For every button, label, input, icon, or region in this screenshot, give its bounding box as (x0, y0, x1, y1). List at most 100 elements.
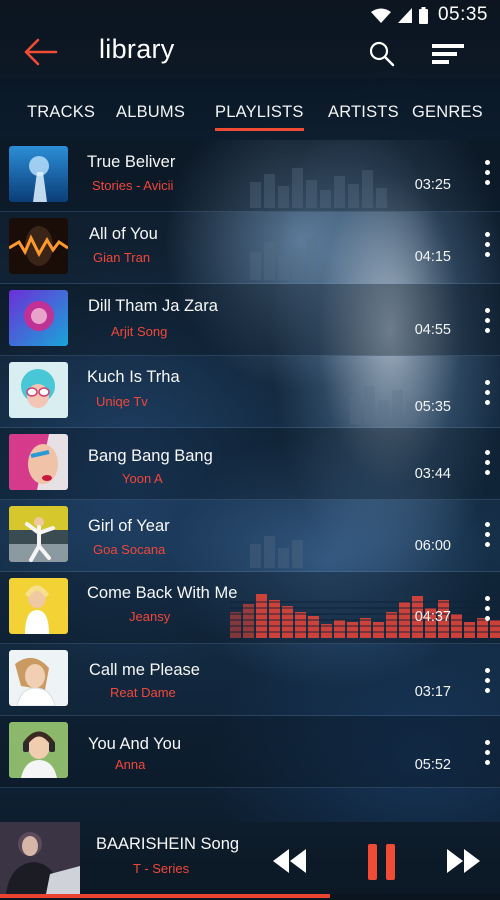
page-title: library (99, 34, 175, 64)
playback-progress-bar[interactable] (0, 894, 500, 900)
track-row[interactable]: Kuch Is Trha Uniqe Tv 05:35 (0, 356, 500, 428)
more-vertical-icon (484, 668, 490, 673)
more-options-button[interactable] (482, 160, 492, 192)
track-title: Bang Bang Bang (88, 447, 213, 465)
status-time: 05:35 (437, 4, 488, 25)
more-options-button[interactable] (482, 380, 492, 412)
tab-tracks[interactable]: TRACKS (27, 103, 95, 122)
search-icon (369, 41, 395, 67)
track-duration: 04:15 (414, 249, 451, 265)
more-vertical-icon (484, 232, 490, 237)
more-options-button[interactable] (482, 232, 492, 264)
pause-icon (368, 844, 395, 880)
track-duration: 04:37 (414, 609, 451, 625)
now-playing-title: BAARISHEIN Song (96, 835, 240, 853)
track-title: Call me Please (89, 661, 200, 679)
rewind-button[interactable] (271, 847, 307, 880)
more-vertical-icon (484, 450, 490, 455)
track-artist: Arjit Song (111, 324, 168, 339)
track-row[interactable]: You And You Anna 05:52 (0, 716, 500, 788)
equalizer-graphic (250, 536, 303, 568)
now-playing-artist: T - Series (133, 861, 190, 876)
cell-signal-icon (398, 8, 412, 23)
track-title: Girl of Year (88, 517, 170, 535)
library-tabs: TRACKS ALBUMS PLAYLISTS ARTISTS GENRES (0, 78, 500, 140)
more-vertical-icon (484, 308, 490, 313)
music-library-screen: 05:35 library TRACKS ALBUMS PLAYLISTS AR… (0, 0, 500, 900)
track-duration: 03:17 (414, 684, 451, 700)
track-artist: Gian Tran (93, 250, 151, 265)
track-row[interactable]: Dill Tham Ja Zara Arjit Song 04:55 (0, 284, 500, 356)
equalizer-graphic (350, 386, 417, 424)
track-duration: 06:00 (414, 538, 451, 554)
search-button[interactable] (368, 40, 396, 68)
now-playing-album-art[interactable] (0, 822, 80, 894)
more-options-button[interactable] (482, 596, 492, 628)
album-art (9, 218, 68, 274)
tab-albums[interactable]: ALBUMS (116, 103, 185, 122)
track-title: You And You (88, 735, 182, 753)
track-row[interactable]: Bang Bang Bang Yoon A 03:44 (0, 428, 500, 500)
track-title: All of You (89, 225, 158, 243)
track-artist: Goa Socana (93, 542, 166, 557)
track-artist: Anna (115, 757, 146, 772)
equalizer-graphic (250, 168, 387, 208)
rewind-icon (273, 849, 306, 873)
mini-player: BAARISHEIN Song T - Series (0, 822, 500, 900)
sort-menu-button[interactable] (432, 44, 466, 66)
tab-playlists[interactable]: PLAYLISTS (215, 103, 304, 131)
more-options-button[interactable] (482, 450, 492, 482)
playback-progress-fill (0, 894, 330, 898)
battery-icon (419, 7, 428, 24)
album-art (9, 146, 68, 202)
album-art (9, 290, 68, 346)
track-duration: 05:52 (414, 757, 451, 773)
track-row[interactable]: True Beliver Stories - Avicii 03:25 (0, 140, 500, 212)
fast-forward-icon (447, 849, 480, 873)
pause-button[interactable] (367, 842, 397, 887)
tab-artists[interactable]: ARTISTS (328, 103, 399, 122)
sort-menu-icon (432, 44, 464, 64)
track-title: Dill Tham Ja Zara (88, 297, 218, 315)
album-art (9, 722, 68, 778)
wifi-icon (371, 8, 391, 23)
back-button[interactable] (22, 36, 58, 68)
track-title: Come Back With Me (87, 584, 238, 602)
track-artist: Yoon A (122, 471, 163, 486)
playing-equalizer-graphic (230, 594, 500, 638)
more-vertical-icon (484, 160, 490, 165)
track-row[interactable]: Girl of Year Goa Socana 06:00 (0, 500, 500, 572)
track-title: Kuch Is Trha (87, 368, 180, 386)
more-options-button[interactable] (482, 740, 492, 772)
status-bar: 05:35 (0, 0, 500, 30)
more-vertical-icon (484, 596, 490, 601)
more-options-button[interactable] (482, 308, 492, 340)
album-art (9, 650, 68, 706)
more-vertical-icon (484, 522, 490, 527)
track-artist: Stories - Avicii (92, 178, 174, 193)
track-duration: 05:35 (414, 399, 451, 415)
track-row[interactable]: Call me Please Reat Dame 03:17 (0, 644, 500, 716)
back-arrow-icon (24, 38, 58, 66)
track-artist: Jeansy (129, 609, 171, 624)
more-options-button[interactable] (482, 668, 492, 700)
tab-genres[interactable]: GENRES (412, 103, 483, 122)
track-title: True Beliver (87, 153, 176, 171)
track-duration: 03:44 (414, 466, 451, 482)
album-art (9, 434, 68, 490)
album-art (9, 362, 68, 418)
track-duration: 03:25 (414, 177, 451, 193)
track-duration: 04:55 (414, 322, 451, 338)
track-row[interactable]: All of You Gian Tran 04:15 (0, 212, 500, 284)
more-vertical-icon (484, 740, 490, 745)
track-artist: Reat Dame (110, 685, 176, 700)
fast-forward-button[interactable] (446, 847, 482, 880)
equalizer-graphic (250, 238, 331, 280)
track-row-now-playing[interactable]: Come Back With Me Jeansy 04:37 (0, 572, 500, 644)
more-options-button[interactable] (482, 522, 492, 554)
track-artist: Uniqe Tv (96, 394, 148, 409)
more-vertical-icon (484, 380, 490, 385)
album-art (9, 506, 68, 562)
app-header: library (0, 30, 500, 78)
album-art (9, 578, 68, 634)
